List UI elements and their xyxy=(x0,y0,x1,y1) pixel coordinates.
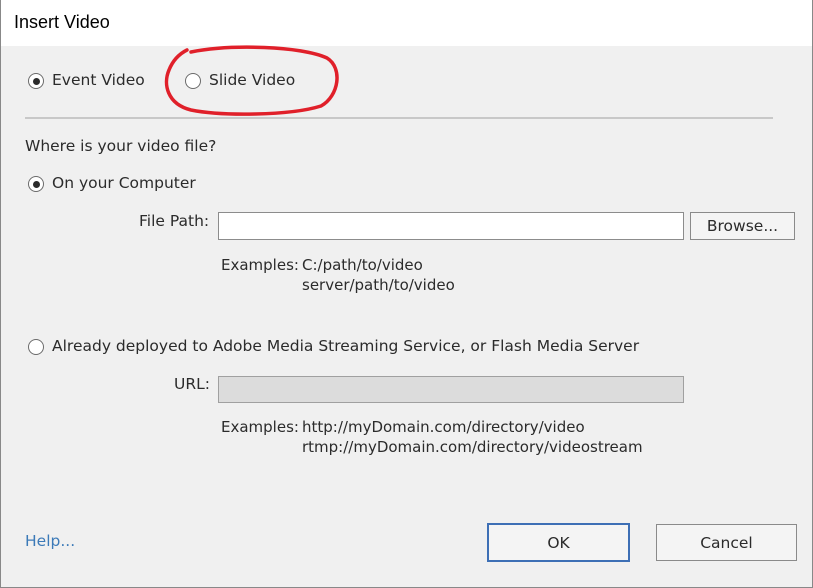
already-deployed-radio[interactable] xyxy=(28,339,44,355)
deployed-example-2: rtmp://myDomain.com/directory/videostrea… xyxy=(302,438,643,456)
deployed-example-1: http://myDomain.com/directory/video xyxy=(302,418,585,436)
ok-button-label: OK xyxy=(547,533,570,552)
cancel-button[interactable]: Cancel xyxy=(656,524,797,561)
ok-button[interactable]: OK xyxy=(487,523,630,562)
computer-example-1: C:/path/to/video xyxy=(302,256,423,274)
title-bar[interactable]: Insert Video xyxy=(1,0,812,46)
event-video-label[interactable]: Event Video xyxy=(52,71,145,89)
url-label: URL: xyxy=(174,375,210,393)
cancel-button-label: Cancel xyxy=(700,533,753,552)
file-path-label: File Path: xyxy=(139,212,210,230)
browse-button-label: Browse... xyxy=(706,217,779,235)
browse-button[interactable]: Browse... xyxy=(690,212,795,240)
insert-video-dialog: Insert Video Event Video Slide Video Whe… xyxy=(0,0,813,588)
file-path-input[interactable] xyxy=(218,212,684,240)
already-deployed-label[interactable]: Already deployed to Adobe Media Streamin… xyxy=(52,337,639,355)
on-computer-radio[interactable] xyxy=(28,176,44,192)
section-separator xyxy=(25,117,773,119)
event-video-radio[interactable] xyxy=(28,73,44,89)
red-annotation-circle xyxy=(164,45,339,116)
help-link[interactable]: Help... xyxy=(25,532,75,550)
computer-examples-label: Examples: xyxy=(221,256,299,274)
source-question: Where is your video file? xyxy=(25,137,217,155)
computer-example-2: server/path/to/video xyxy=(302,276,455,294)
dialog-title: Insert Video xyxy=(14,12,110,32)
deployed-examples-label: Examples: xyxy=(221,418,299,436)
on-computer-label[interactable]: On your Computer xyxy=(52,174,196,192)
url-input[interactable] xyxy=(218,376,684,403)
